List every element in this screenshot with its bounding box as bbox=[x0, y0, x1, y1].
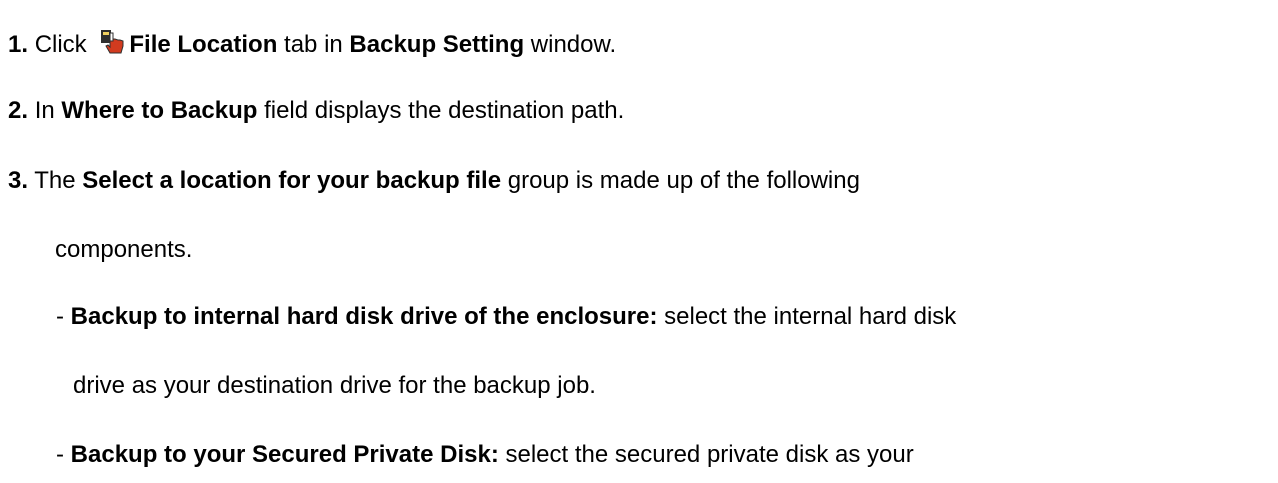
option-description: select the internal hard disk bbox=[657, 303, 957, 330]
document-page: 1. Click File Location tab in Backup Set… bbox=[0, 0, 1278, 483]
step-text: components. bbox=[55, 236, 193, 263]
step-text: window. bbox=[524, 31, 617, 58]
bullet-dash: - bbox=[56, 441, 64, 468]
step-3: 3. The Select a location for your backup… bbox=[8, 167, 860, 195]
step-text: The bbox=[34, 167, 83, 194]
step-number: 2. bbox=[8, 97, 29, 124]
step-text: field displays the destination path. bbox=[257, 97, 625, 124]
step-number: 1. bbox=[8, 31, 29, 58]
step-2: 2. In Where to Backup field displays the… bbox=[8, 97, 624, 125]
bullet-2: - Backup to your Secured Private Disk: s… bbox=[56, 441, 914, 469]
step-text: tab in bbox=[277, 31, 350, 58]
step-1: 1. Click File Location tab in Backup Set… bbox=[8, 29, 617, 58]
ui-term: File Location bbox=[129, 31, 278, 58]
option-description: drive as your destination drive for the … bbox=[73, 372, 596, 399]
ui-term: Where to Backup bbox=[61, 97, 258, 124]
step-text: Click bbox=[34, 31, 94, 58]
bullet-dash: - bbox=[56, 303, 64, 330]
option-name: Backup to your Secured Private Disk: bbox=[70, 441, 499, 468]
bullet-1: - Backup to internal hard disk drive of … bbox=[56, 303, 956, 331]
step-3-continuation: components. bbox=[55, 236, 192, 264]
option-name: Backup to internal hard disk drive of th… bbox=[70, 303, 658, 330]
option-description: select the secured private disk as your bbox=[498, 441, 914, 468]
step-number: 3. bbox=[8, 167, 29, 194]
step-text: In bbox=[34, 97, 62, 124]
bullet-1-continuation: drive as your destination drive for the … bbox=[73, 372, 596, 400]
step-text: group is made up of the following bbox=[501, 167, 860, 194]
tab-hand-icon bbox=[101, 30, 124, 54]
ui-term: Backup Setting bbox=[349, 31, 525, 58]
ui-term: Select a location for your backup file bbox=[82, 167, 502, 194]
